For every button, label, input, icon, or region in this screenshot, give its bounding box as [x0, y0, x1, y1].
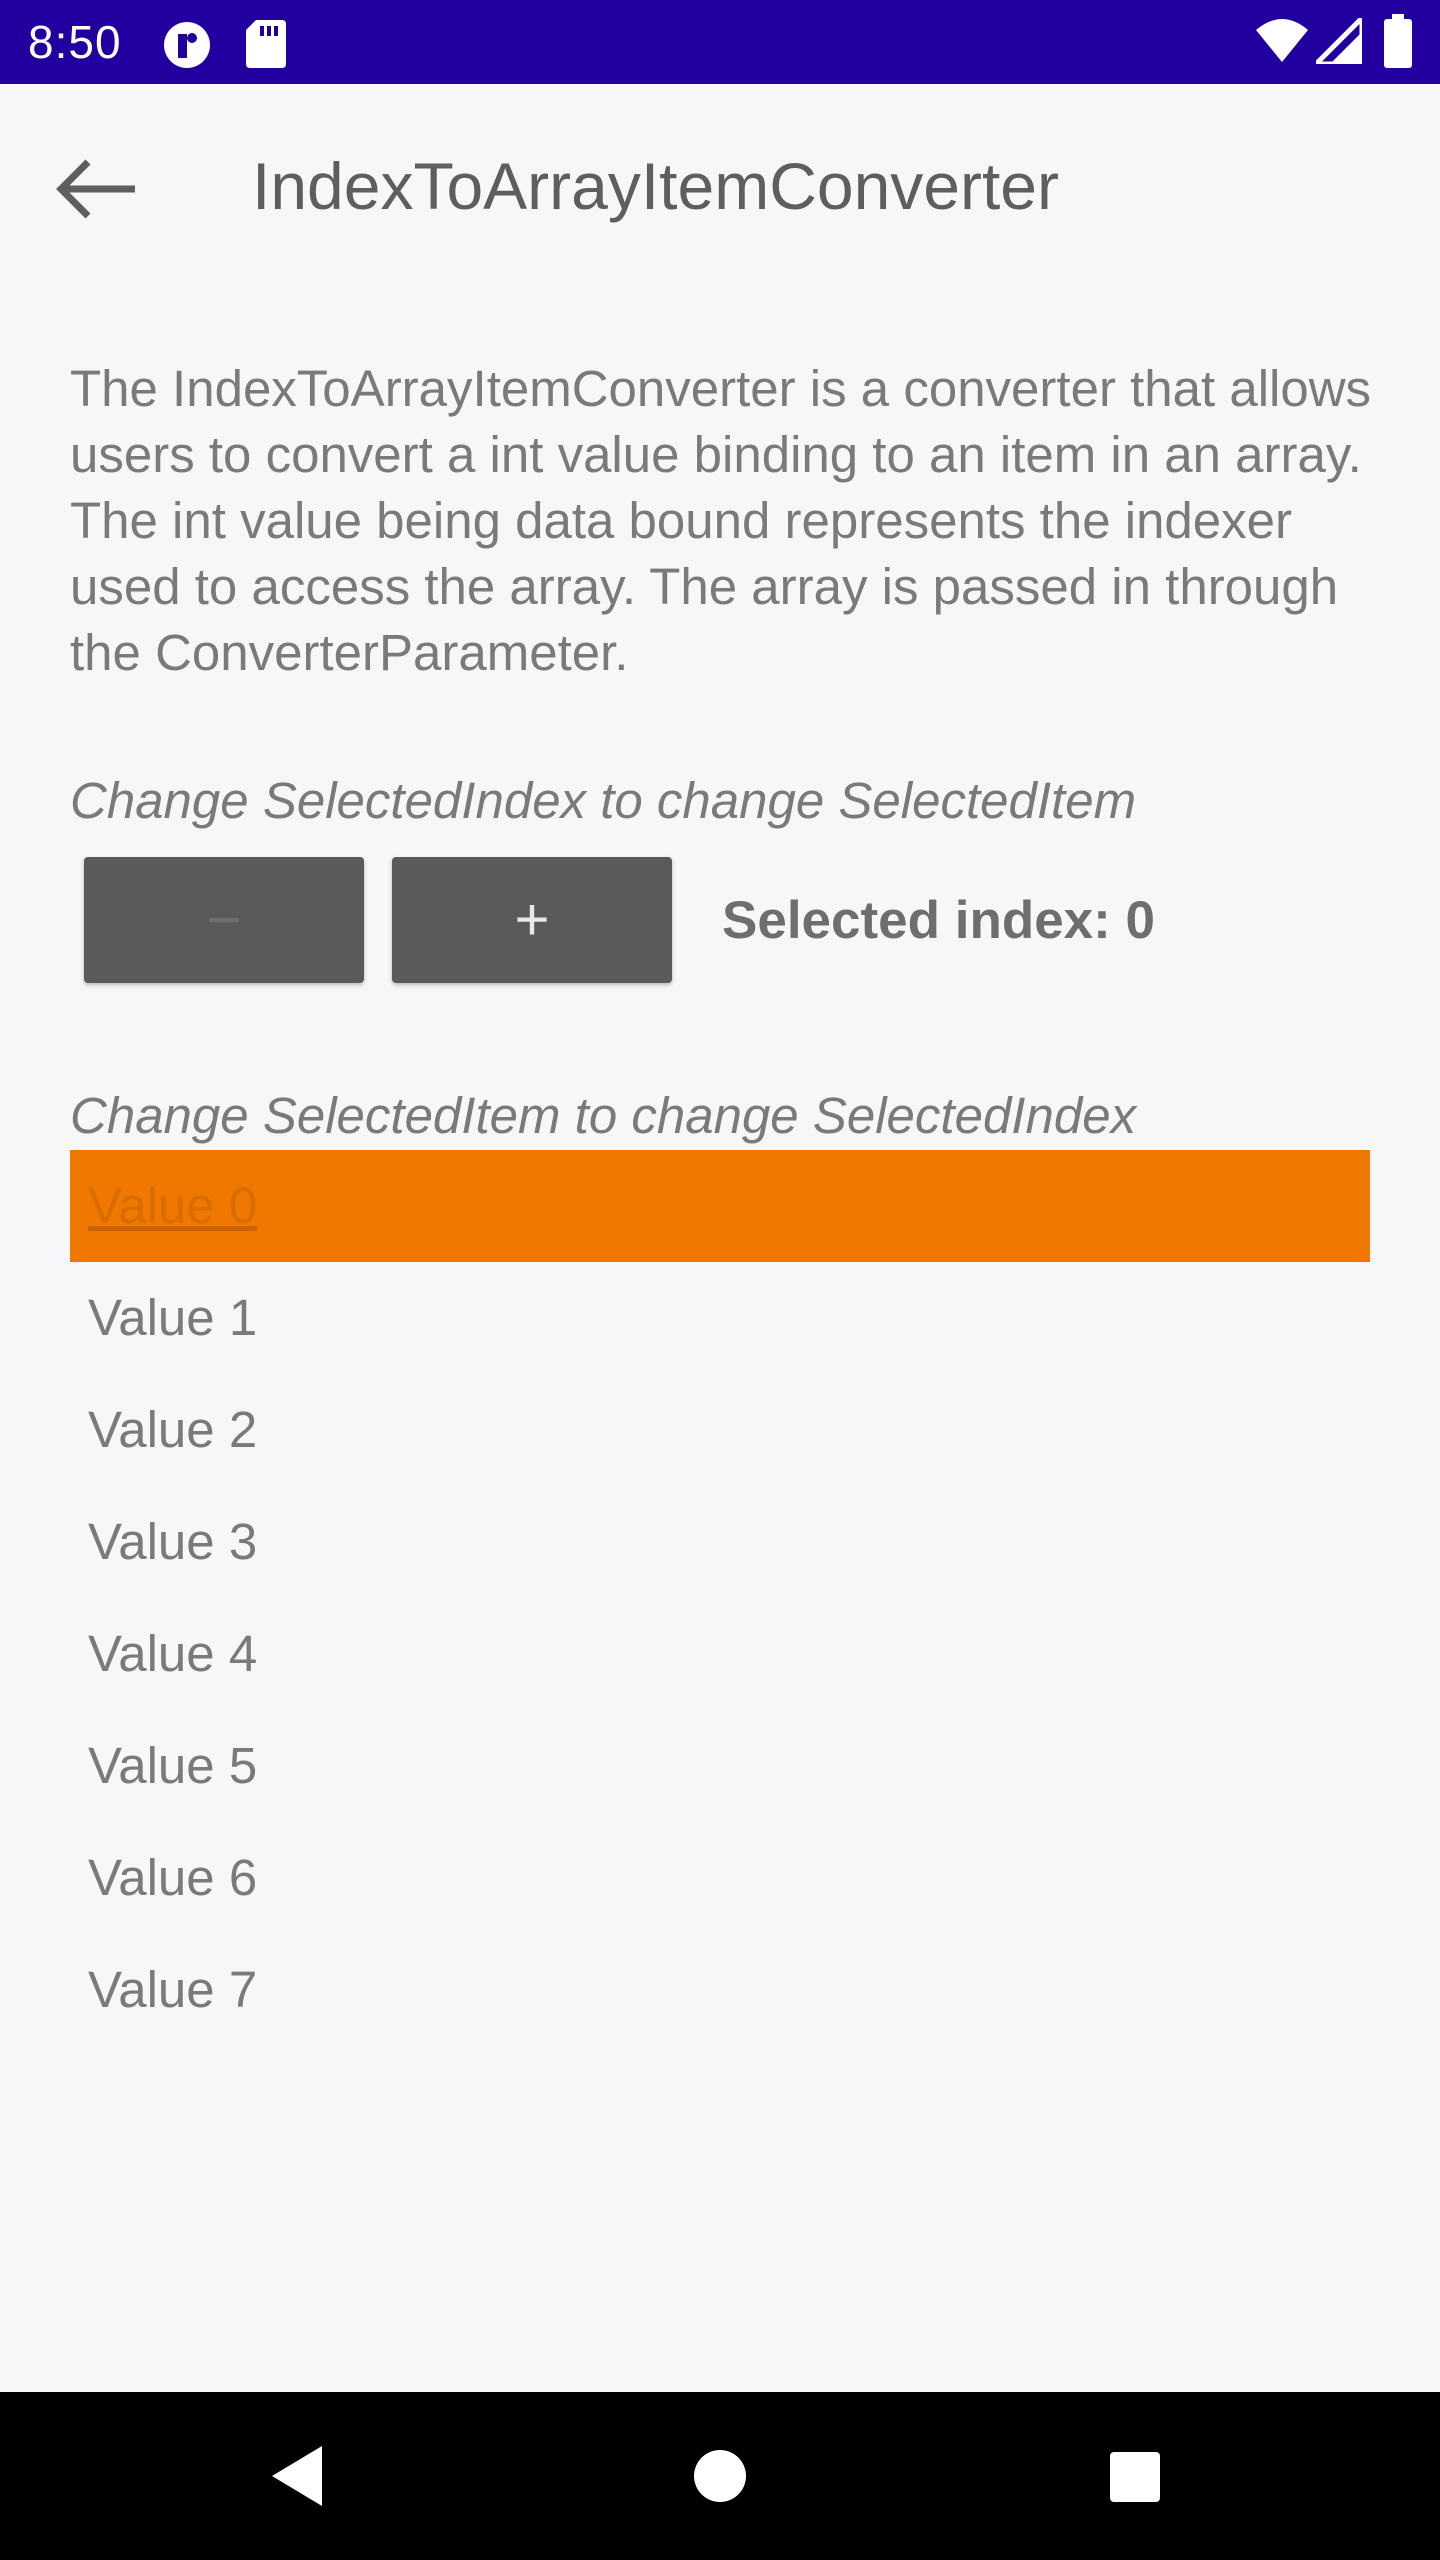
decrement-label: − [206, 886, 242, 953]
increment-label: + [514, 886, 550, 953]
value-list: Value 0 Value 1 Value 2 Value 3 Value 4 … [70, 1150, 1370, 2046]
nav-recents-icon [1110, 2452, 1160, 2502]
back-button[interactable] [40, 134, 150, 244]
list-item[interactable]: Value 0 [70, 1150, 1370, 1262]
description-text: The IndexToArrayItemConverter is a conve… [70, 360, 1372, 681]
decrement-button[interactable]: − [84, 857, 364, 983]
page-title: IndexToArrayItemConverter [252, 149, 1059, 223]
cell-signal-icon [1316, 18, 1362, 64]
notification-app-icon [164, 22, 210, 68]
nav-back-icon [272, 2446, 322, 2506]
sd-card-icon [246, 20, 286, 68]
status-time: 8:50 [28, 16, 122, 68]
selected-index-label: Selected index: 0 [722, 891, 1156, 950]
increment-button[interactable]: + [392, 857, 672, 983]
item-section-label: Change SelectedItem to change SelectedIn… [70, 1087, 1137, 1144]
battery-icon [1384, 14, 1412, 68]
wifi-icon [1256, 19, 1308, 62]
nav-recents-button[interactable] [1084, 2426, 1184, 2526]
list-item[interactable]: Value 7 [70, 1934, 1370, 2046]
list-item[interactable]: Value 3 [70, 1486, 1370, 1598]
list-item[interactable]: Value 4 [70, 1598, 1370, 1710]
list-item[interactable]: Value 5 [70, 1710, 1370, 1822]
status-bar: 8:50 [0, 0, 1440, 84]
list-item[interactable]: Value 2 [70, 1374, 1370, 1486]
navigation-bar [0, 2392, 1440, 2560]
index-section-label: Change SelectedIndex to change SelectedI… [70, 772, 1137, 829]
list-item[interactable]: Value 1 [70, 1262, 1370, 1374]
list-item[interactable]: Value 6 [70, 1822, 1370, 1934]
app-bar: IndexToArrayItemConverter [0, 84, 1440, 284]
arrow-back-icon [56, 159, 135, 219]
nav-back-button[interactable] [250, 2426, 350, 2526]
nav-home-button[interactable] [670, 2426, 770, 2526]
nav-home-icon [694, 2450, 746, 2502]
